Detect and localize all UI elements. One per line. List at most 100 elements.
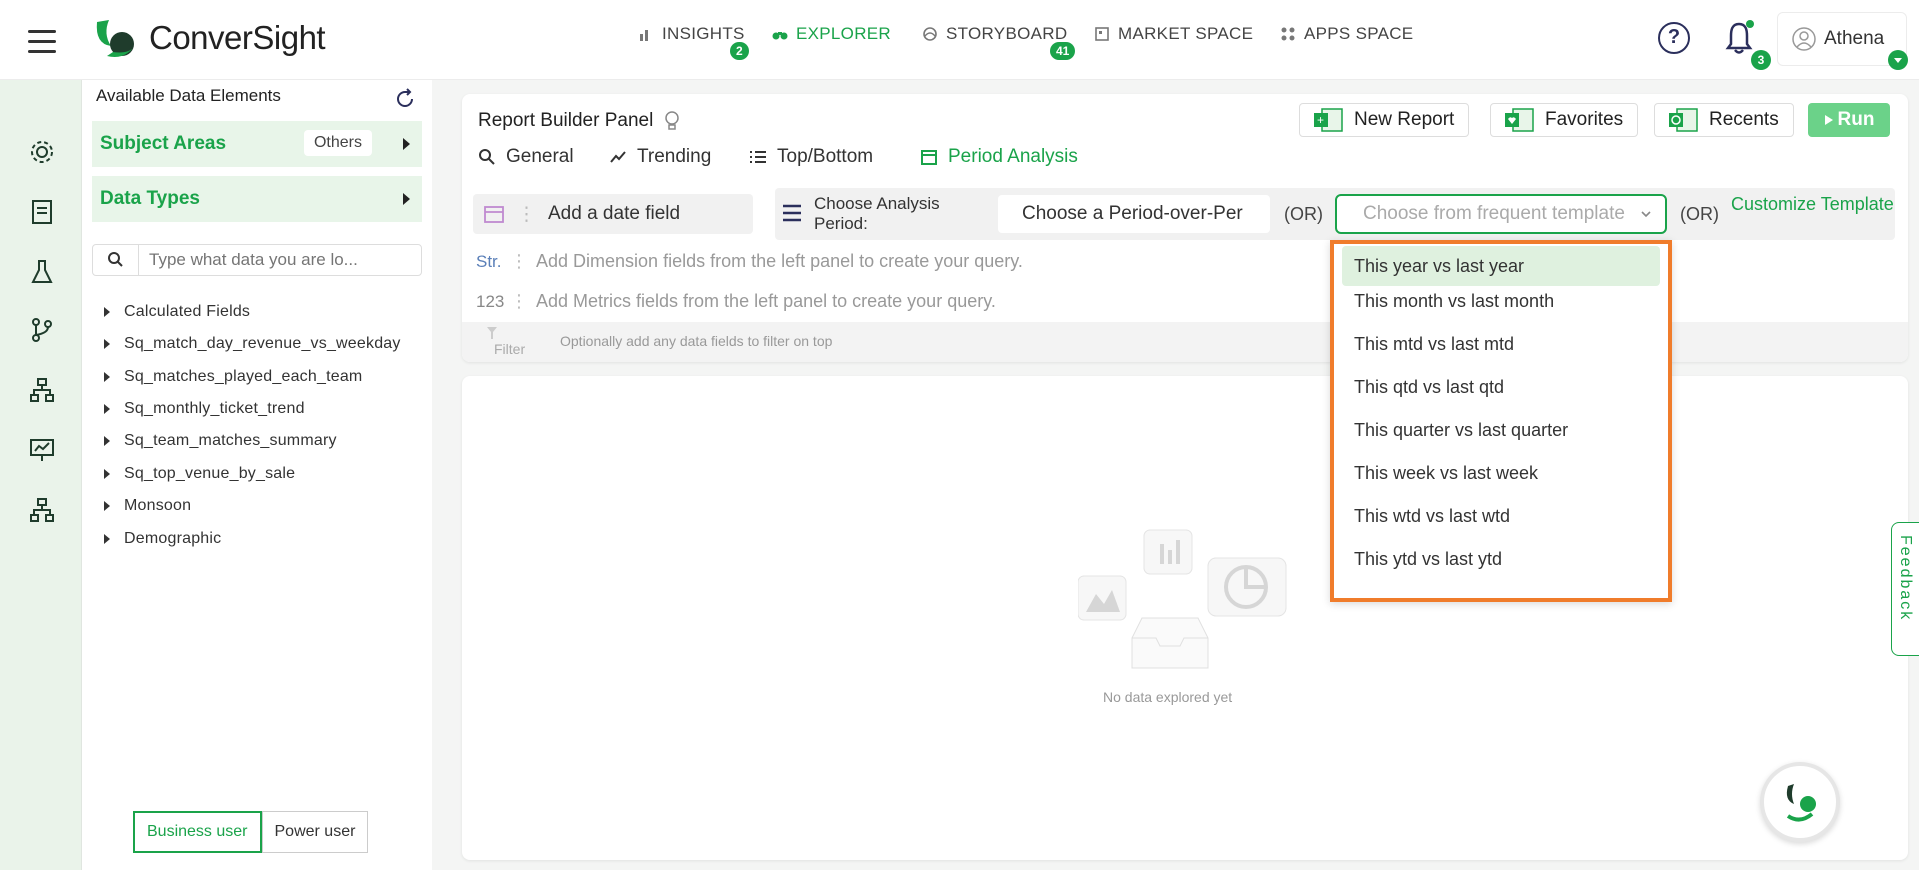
nav-apps-space[interactable]: APPS SPACE	[1280, 24, 1413, 44]
tab-general[interactable]: General	[478, 146, 574, 168]
chat-assistant-button[interactable]	[1760, 762, 1840, 842]
template-select[interactable]: Choose from frequent template	[1335, 194, 1667, 234]
tree-item[interactable]: Sq_match_day_revenue_vs_weekday	[104, 335, 401, 353]
subject-areas-accordion[interactable]: Subject Areas Others	[92, 121, 422, 167]
power-user-button[interactable]: Power user	[261, 811, 369, 853]
tab-label: General	[506, 146, 574, 167]
recents-icon	[1669, 108, 1698, 132]
tree-item[interactable]: Sq_monthly_ticket_trend	[104, 400, 305, 418]
trend-icon	[610, 151, 626, 163]
tree-item[interactable]: Sq_matches_played_each_team	[104, 368, 362, 386]
filter-icon	[487, 327, 497, 339]
caret-right-icon[interactable]	[104, 469, 110, 479]
feedback-tab[interactable]: Feedback	[1891, 522, 1919, 656]
tab-top-bottom[interactable]: Top/Bottom	[749, 146, 873, 168]
flask-icon[interactable]	[28, 258, 56, 286]
report-icon[interactable]	[28, 198, 56, 226]
dimension-hint: Add Dimension fields from the left panel…	[536, 251, 1023, 271]
tree-item-label: Sq_match_day_revenue_vs_weekday	[124, 335, 401, 352]
caret-right-icon[interactable]	[104, 501, 110, 511]
dropdown-option[interactable]: This week vs last week	[1342, 453, 1660, 493]
tree-item[interactable]: Sq_team_matches_summary	[104, 432, 337, 450]
recents-button[interactable]: Recents	[1654, 103, 1794, 137]
metric-hint: Add Metrics fields from the left panel t…	[536, 291, 996, 311]
calendar-icon	[484, 206, 504, 223]
tree-item[interactable]: Sq_top_venue_by_sale	[104, 465, 295, 483]
menu-icon[interactable]	[28, 30, 56, 54]
empty-state-illustration	[1078, 529, 1287, 669]
dropdown-option[interactable]: This ytd vs last ytd	[1342, 539, 1660, 579]
string-type-tag: Str.	[476, 251, 502, 271]
tree-item-label: Sq_team_matches_summary	[124, 432, 337, 449]
hierarchy-icon[interactable]	[28, 376, 56, 404]
git-branch-icon[interactable]	[28, 316, 56, 344]
tree-item-label: Sq_monthly_ticket_trend	[124, 400, 305, 417]
caret-right-icon[interactable]	[104, 372, 110, 382]
presentation-icon[interactable]	[28, 436, 56, 464]
tab-label: Top/Bottom	[777, 146, 874, 167]
nav-insights[interactable]: INSIGHTS	[638, 24, 745, 44]
dropdown-option[interactable]: This qtd vs last qtd	[1342, 367, 1660, 407]
chevron-down-icon[interactable]	[1888, 50, 1908, 70]
accordion-label: Data Types	[100, 188, 200, 209]
lightbulb-icon[interactable]	[663, 110, 681, 132]
search-icon	[479, 149, 495, 165]
subject-area-chip[interactable]: Others	[303, 130, 372, 156]
caret-right-icon[interactable]	[104, 436, 110, 446]
tree-item[interactable]: Demographic	[104, 530, 221, 548]
drag-handle-icon: ⋮	[510, 251, 528, 271]
nav-label: INSIGHTS	[662, 24, 745, 43]
chevron-down-icon[interactable]	[1640, 208, 1652, 220]
accordion-label: Subject Areas	[100, 133, 227, 154]
date-field-dropzone[interactable]: ⋮ Add a date field	[473, 194, 753, 234]
dropdown-option[interactable]: This wtd vs last wtd	[1342, 496, 1660, 536]
favorites-button[interactable]: Favorites	[1490, 103, 1639, 137]
storyboard-icon	[923, 27, 937, 41]
tab-period-analysis[interactable]: Period Analysis	[920, 146, 1078, 168]
dimension-dropzone[interactable]: Str. ⋮ Add Dimension fields from the lef…	[476, 251, 1023, 272]
tab-trending[interactable]: Trending	[609, 146, 711, 168]
insights-badge: 2	[730, 42, 749, 60]
nav-storyboard[interactable]: STORYBOARD	[922, 24, 1067, 44]
tree-item-label: Monsoon	[124, 497, 192, 514]
template-dropdown: This year vs last year This month vs las…	[1330, 240, 1672, 602]
or-separator: (OR)	[1680, 204, 1719, 224]
date-field-label: Add a date field	[548, 203, 681, 224]
drag-handle-icon[interactable]: ⋮	[517, 203, 536, 226]
new-report-button[interactable]: + New Report	[1299, 103, 1470, 137]
search-input[interactable]	[139, 250, 409, 270]
period-over-period-select[interactable]: Choose a Period-over-Per	[998, 195, 1270, 233]
caret-right-icon[interactable]	[104, 534, 110, 544]
drag-handle-icon: ⋮	[510, 291, 528, 311]
dropdown-option[interactable]: This quarter vs last quarter	[1342, 410, 1660, 450]
business-user-button[interactable]: Business user	[133, 811, 262, 853]
nav-market-space[interactable]: MARKET SPACE	[1094, 24, 1253, 44]
customize-template-link[interactable]: Customize Template	[1731, 194, 1894, 214]
gear-icon[interactable]	[28, 138, 56, 166]
tree-item[interactable]: Calculated Fields	[104, 303, 250, 321]
metric-dropzone[interactable]: 123 ⋮ Add Metrics fields from the left p…	[476, 291, 996, 312]
dropdown-option[interactable]: This month vs last month	[1342, 281, 1660, 321]
org-chart-icon[interactable]	[28, 496, 56, 524]
conversight-logo-icon	[93, 16, 139, 60]
storyboard-badge: 41	[1050, 42, 1076, 60]
refresh-icon[interactable]	[394, 88, 416, 110]
filter-label: Filter	[486, 326, 525, 357]
svg-text:+: +	[1317, 113, 1324, 127]
logo[interactable]: ConverSight	[93, 16, 326, 60]
help-icon[interactable]: ?	[1658, 22, 1690, 54]
dropdown-option[interactable]: This year vs last year	[1342, 246, 1660, 286]
caret-right-icon[interactable]	[104, 404, 110, 414]
search-icon	[93, 245, 139, 275]
data-types-accordion[interactable]: Data Types	[92, 176, 422, 222]
numeric-type-tag: 123	[476, 291, 505, 311]
feedback-label: Feedback	[1897, 535, 1914, 622]
dropdown-option[interactable]: This mtd vs last mtd	[1342, 324, 1660, 364]
caret-right-icon[interactable]	[104, 307, 110, 317]
caret-right-icon[interactable]	[104, 339, 110, 349]
nav-explorer[interactable]: EXPLORER	[772, 24, 891, 44]
filter-hint: Optionally add any data fields to filter…	[560, 333, 833, 349]
run-button[interactable]: Run	[1808, 103, 1890, 137]
empty-state-text: No data explored yet	[1103, 689, 1233, 705]
tree-item[interactable]: Monsoon	[104, 497, 191, 515]
